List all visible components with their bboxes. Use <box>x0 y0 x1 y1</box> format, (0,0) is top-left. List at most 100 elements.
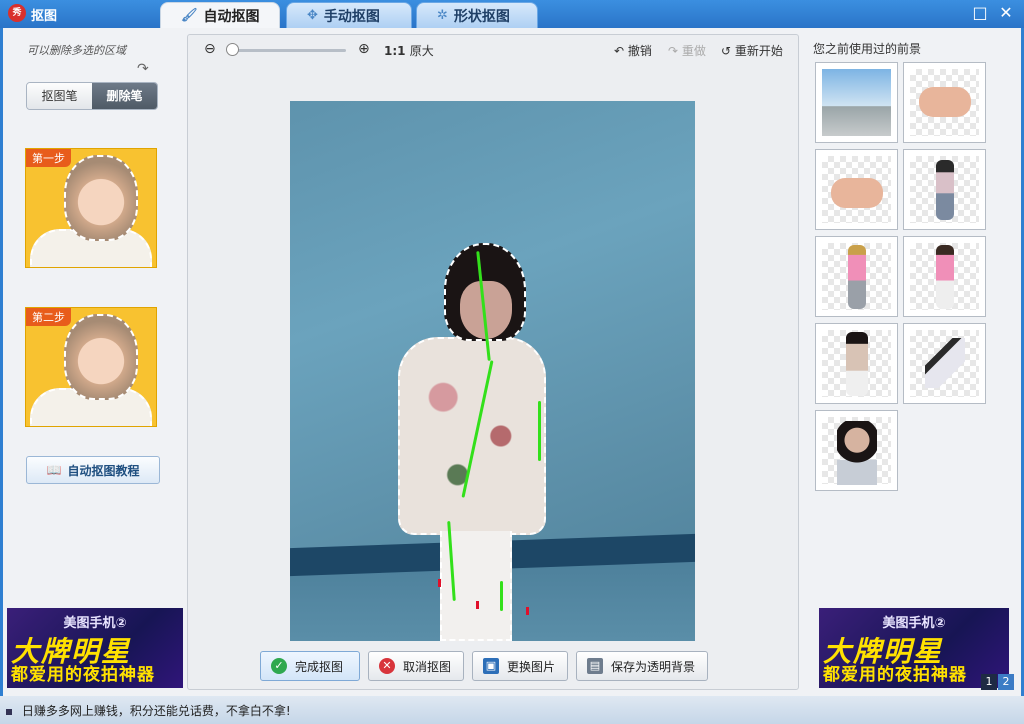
thumbnail-image <box>910 330 979 397</box>
foreground-history-title: 您之前使用过的前景 <box>813 42 922 56</box>
cancel-cutout-label: 取消抠图 <box>403 659 452 674</box>
person-figure <box>836 421 877 485</box>
ad-line-1: 美图手机② <box>63 616 127 631</box>
reset-icon: ↺ <box>721 44 732 58</box>
erase-mark <box>438 579 441 587</box>
replace-image-button[interactable]: ▣ 更换图片 <box>472 651 568 681</box>
left-panel: 可以删除多选的区域 ↷ 抠图笔 删除笔 第一步 第二步 📖 自动抠图教程 美图手… <box>3 28 183 696</box>
save-transparent-label: 保存为透明背景 <box>611 659 696 674</box>
finish-cutout-button[interactable]: ✓ 完成抠图 <box>260 651 360 681</box>
tab-auto-cutout[interactable]: 🖌 自动抠图 <box>160 2 280 28</box>
hand-figure <box>918 87 971 117</box>
app-logo-icon: 秀 <box>8 4 26 22</box>
save-icon: ▤ <box>587 658 603 674</box>
thumbnail-image <box>910 69 979 136</box>
foreground-thumbnail[interactable] <box>815 62 898 143</box>
undo-icon: ↶ <box>614 44 625 58</box>
photo-canvas[interactable] <box>290 101 695 641</box>
tab-label: 形状抠图 <box>453 8 510 25</box>
editor-panel: ⊖ ⊕ 1:1 原大 ↶ 撤销 ↷ 重做 ↺ 重新开始 ✓ 完成抠图 ✕ 取消抠… <box>187 34 799 690</box>
foreground-history-panel: 您之前使用过的前景 美图手机② 大牌明星 都爱用的夜拍神器 1 2 <box>805 28 1021 696</box>
window-title: 抠图 <box>31 9 58 24</box>
step-two-illustration: 第二步 <box>25 307 157 427</box>
cancel-cutout-button[interactable]: ✕ 取消抠图 <box>368 651 464 681</box>
tab-label: 自动抠图 <box>203 8 260 25</box>
foreground-thumbnail[interactable] <box>815 323 898 404</box>
image-icon: ▣ <box>483 658 499 674</box>
ad-line-3: 都爱用的夜拍神器 <box>823 665 967 685</box>
foreground-thumbnail[interactable] <box>903 149 986 230</box>
brush-mode-toggle: 抠图笔 删除笔 <box>26 82 158 110</box>
thumbnail-image <box>822 243 891 310</box>
thumbnail-image <box>822 69 891 136</box>
foreground-thumbnail[interactable] <box>903 236 986 317</box>
person-figure <box>935 160 954 220</box>
erase-mark <box>476 601 479 609</box>
book-icon: 📖 <box>46 463 62 477</box>
brush-stroke <box>538 401 541 461</box>
thumbnail-image <box>910 243 979 310</box>
redo-button[interactable]: ↷ 重做 <box>668 42 706 59</box>
illustration-baby <box>64 314 138 400</box>
status-text[interactable]: 日赚多多网上赚钱，积分还能兑话费，不拿白不拿! <box>22 704 291 718</box>
hint-text: 可以删除多选的区域 <box>27 44 126 57</box>
actual-size-button[interactable]: 1:1 原大 <box>384 42 434 59</box>
undo-label: 撤销 <box>627 44 652 58</box>
original-size-label: 原大 <box>409 44 434 58</box>
thumbnail-image <box>910 156 979 223</box>
erase-brush-button[interactable]: 删除笔 <box>92 83 157 109</box>
tab-shape-cutout[interactable]: ✲ 形状抠图 <box>416 2 538 28</box>
editor-toolbar: ⊖ ⊕ 1:1 原大 ↶ 撤销 ↷ 重做 ↺ 重新开始 <box>188 35 798 65</box>
cutout-brush-button[interactable]: 抠图笔 <box>27 83 92 109</box>
foreground-thumbnail[interactable] <box>903 62 986 143</box>
tutorial-label: 自动抠图教程 <box>67 463 140 478</box>
tab-label: 手动抠图 <box>323 8 380 25</box>
reset-button[interactable]: ↺ 重新开始 <box>721 42 783 59</box>
person-figure <box>845 332 868 396</box>
ad-banner-left[interactable]: 美图手机② 大牌明星 都爱用的夜拍神器 <box>7 608 183 688</box>
foreground-thumbnail[interactable] <box>815 149 898 230</box>
auto-cutout-tutorial-button[interactable]: 📖 自动抠图教程 <box>26 456 160 484</box>
thumbnail-image <box>822 417 891 485</box>
ad-line-3: 都爱用的夜拍神器 <box>11 665 155 685</box>
thumbnail-image <box>822 330 891 397</box>
magic-wand-icon: ✥ <box>307 8 318 23</box>
erase-mark <box>526 607 529 615</box>
thumbnail-image <box>822 156 891 223</box>
zoom-out-icon[interactable]: ⊖ <box>204 41 220 57</box>
ad-page-1[interactable]: 1 <box>981 674 997 690</box>
close-button[interactable]: ✕ <box>996 3 1016 23</box>
tab-manual-cutout[interactable]: ✥ 手动抠图 <box>286 2 412 28</box>
shape-icon: ✲ <box>437 8 448 23</box>
save-transparent-button[interactable]: ▤ 保存为透明背景 <box>576 651 708 681</box>
zoom-slider-thumb[interactable] <box>226 43 239 56</box>
title-bar: 秀 抠图 🖌 自动抠图 ✥ 手动抠图 ✲ 形状抠图 □ ✕ <box>0 0 1024 28</box>
foreground-thumbnail[interactable] <box>903 323 986 404</box>
photo-subject-top <box>398 337 546 535</box>
ad-page-2[interactable]: 2 <box>998 674 1014 690</box>
foreground-thumbnail[interactable] <box>815 410 898 491</box>
step-two-label: 第二步 <box>26 308 71 326</box>
person-figure <box>935 245 954 309</box>
reset-label: 重新开始 <box>734 44 783 58</box>
curved-arrow-icon: ↷ <box>137 61 149 77</box>
check-icon: ✓ <box>271 658 287 674</box>
zoom-in-icon[interactable]: ⊕ <box>358 41 374 57</box>
replace-image-label: 更换图片 <box>507 659 556 674</box>
zoom-slider[interactable] <box>230 49 346 52</box>
foreground-thumbnail[interactable] <box>815 236 898 317</box>
maximize-button[interactable]: □ <box>970 3 990 23</box>
cancel-icon: ✕ <box>379 658 395 674</box>
redo-icon: ↷ <box>668 44 679 58</box>
main-body: 可以删除多选的区域 ↷ 抠图笔 删除笔 第一步 第二步 📖 自动抠图教程 美图手… <box>3 28 1021 696</box>
person-figure <box>924 338 965 388</box>
status-bar: 日赚多多网上赚钱，积分还能兑话费，不拿白不拿! <box>0 696 1024 724</box>
brush-stroke <box>500 581 503 611</box>
step-one-illustration: 第一步 <box>25 148 157 268</box>
undo-button[interactable]: ↶ 撤销 <box>614 42 652 59</box>
app-window: 秀 抠图 🖌 自动抠图 ✥ 手动抠图 ✲ 形状抠图 □ ✕ 可以删除多选的区域 … <box>0 0 1024 724</box>
illustration-baby <box>64 155 138 241</box>
hand-figure <box>830 178 883 208</box>
brush-icon: 🖌 <box>181 8 198 23</box>
redo-label: 重做 <box>681 44 706 58</box>
